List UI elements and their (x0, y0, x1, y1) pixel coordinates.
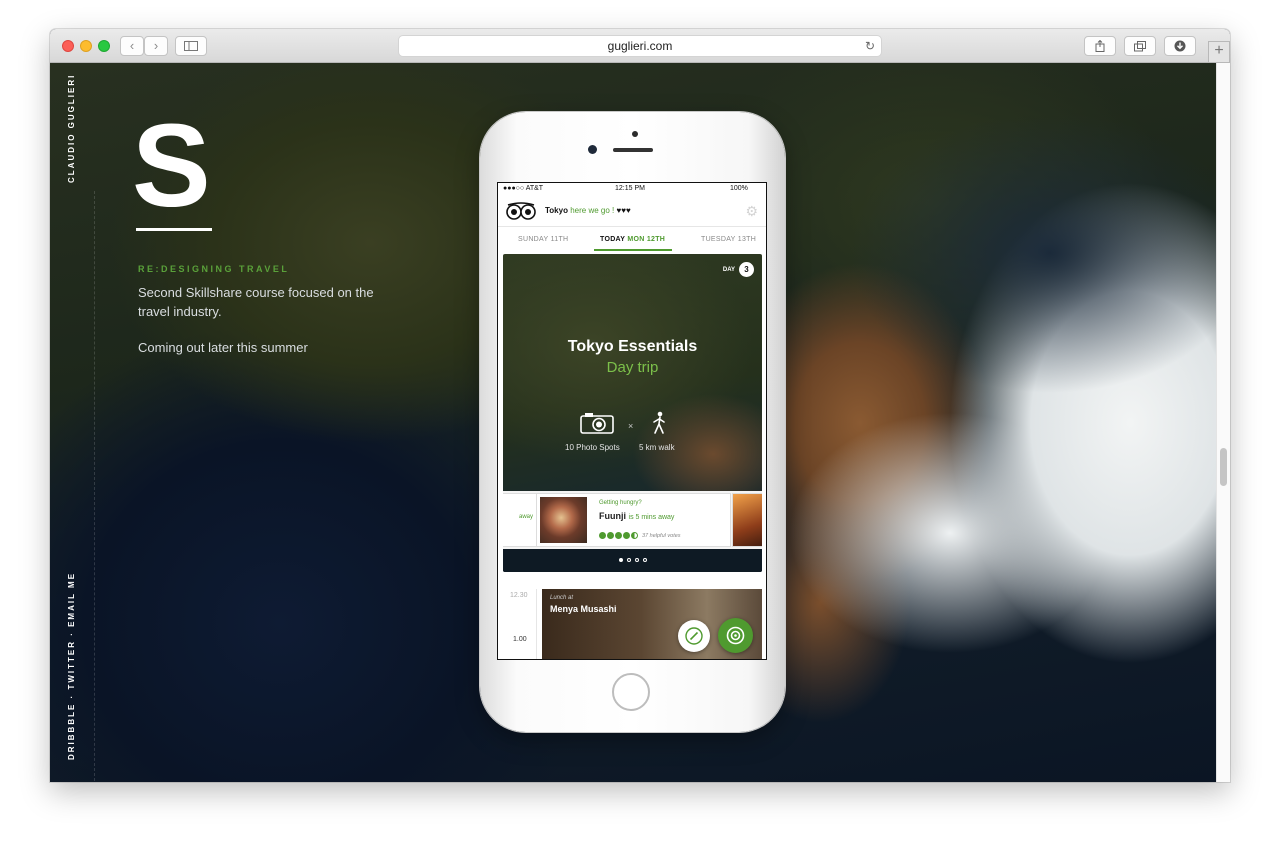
home-button (612, 673, 650, 711)
back-button[interactable]: ‹ (120, 36, 144, 56)
suggestion-tile-next[interactable] (732, 493, 762, 547)
walking-person-icon (653, 411, 665, 434)
gear-icon[interactable]: ⚙ (745, 203, 758, 220)
page-hero: CLAUDIO GUGLIERI DRIBBBLE · TWITTER · EM… (50, 63, 1216, 782)
prev-tile-text: away (518, 514, 533, 520)
suggestion-tile-prev[interactable]: away (503, 493, 538, 547)
release-note: Coming out later this summer (138, 340, 308, 355)
pager-dot[interactable] (642, 558, 647, 562)
close-window-button[interactable] (62, 40, 74, 52)
card-title: Tokyo Essentials (567, 338, 698, 355)
carrier-text: ●●●○○ AT&T (503, 185, 544, 192)
minimize-window-button[interactable] (80, 40, 92, 52)
pager-dot[interactable] (626, 558, 631, 562)
new-tab-button[interactable]: + (1208, 41, 1230, 63)
tab-prev-day[interactable]: SUNDAY 11TH (518, 236, 568, 243)
app-title: Tokyo here we go ! ♥♥♥ (545, 206, 631, 215)
app-header: Tokyo here we go ! ♥♥♥ ⚙ (498, 196, 766, 227)
suggestion-tile-restaurant[interactable]: Getting hungry? Fuunji is 5 mins away 37… (536, 493, 731, 547)
day-trip-card[interactable]: DAY 3 Tokyo Essentials Day trip × 10 Pho… (503, 254, 762, 572)
day-badge: DAY 3 (723, 262, 754, 277)
explore-button[interactable] (678, 620, 710, 652)
timeline-time: 12.30 (510, 592, 528, 599)
logo-underline (136, 228, 212, 231)
compass-icon (685, 627, 703, 645)
walk-distance-stat: 5 km walk (639, 443, 675, 452)
share-icon (1095, 39, 1105, 52)
camera-icon (580, 413, 614, 434)
helpful-votes: 37 helpful votes (642, 532, 681, 539)
page-scrollbar[interactable] (1216, 63, 1230, 782)
clock-text: 12:15 PM (615, 185, 645, 192)
day-badge-number: 3 (739, 262, 754, 277)
day-badge-label: DAY (722, 267, 735, 274)
share-button[interactable] (1084, 36, 1116, 56)
rating-bubbles: 37 helpful votes (599, 527, 681, 540)
timeline-time: 1.00 (513, 636, 527, 643)
restaurant-name: Fuunji (599, 511, 626, 521)
today-date: MON 12TH (627, 236, 666, 243)
rating-half-bubble-icon (631, 532, 638, 540)
pager-dot[interactable] (634, 558, 639, 562)
stat-separator: × (628, 421, 634, 431)
photo-spots-stat: 10 Photo Spots (565, 443, 620, 452)
city-name: Tokyo (545, 206, 568, 215)
browser-window: ‹ › guglieri.com ↻ + CLAUDIO GUGLIERI DR… (50, 29, 1230, 782)
locate-button[interactable] (718, 618, 753, 653)
plus-icon: + (1214, 42, 1224, 59)
tab-next-day[interactable]: TUESDAY 13TH (701, 236, 756, 243)
carousel-pager (503, 549, 762, 572)
chevron-right-icon: › (153, 38, 159, 53)
lunch-label: Lunch at (550, 595, 574, 601)
card-subtitle: Day trip (606, 359, 659, 376)
chevron-left-icon: ‹ (129, 38, 135, 53)
forward-button[interactable]: › (144, 36, 168, 56)
owl-logo-icon (506, 202, 536, 220)
hearts: ♥♥♥ (616, 206, 631, 215)
download-icon (1174, 40, 1186, 52)
rating-bubble-icon (607, 532, 614, 540)
city-tagline: here we go ! (570, 206, 615, 215)
rating-bubble-icon (599, 532, 606, 540)
restaurant-distance: is 5 mins away (628, 514, 675, 521)
author-name: CLAUDIO GUGLIERI (67, 73, 76, 183)
suggestion-carousel[interactable]: away Getting hungry? Fuunji is 5 mins aw… (503, 491, 762, 549)
browser-toolbar: ‹ › guglieri.com ↻ + (50, 29, 1230, 63)
active-tab-indicator (594, 249, 672, 251)
tab-today[interactable]: TODAY MON 12TH (600, 236, 665, 243)
phone-sensor (632, 131, 638, 137)
big-letter-logo: S (132, 100, 211, 232)
section-label: RE:DESIGNING TRAVEL (138, 264, 290, 274)
today-label: TODAY (600, 236, 626, 243)
sidebar-icon (184, 41, 198, 51)
social-links[interactable]: DRIBBBLE · TWITTER · EMAIL ME (67, 572, 76, 760)
tabs-button[interactable] (1124, 36, 1156, 56)
url-text: guglieri.com (607, 39, 673, 53)
rating-bubble-icon (615, 532, 622, 540)
restaurant-line: Fuunji is 5 mins away (599, 511, 674, 521)
target-icon (726, 626, 745, 645)
phone-speaker (613, 148, 653, 152)
project-description: Second Skillshare course focused on the … (138, 285, 374, 319)
phone-mockup: ●●●○○ AT&T 12:15 PM 100% Tokyo here we g… (480, 112, 785, 732)
timeline-divider (536, 589, 537, 659)
app-screen: ●●●○○ AT&T 12:15 PM 100% Tokyo here we g… (497, 182, 767, 660)
rating-bubble-icon (623, 532, 630, 540)
day-tabs: SUNDAY 11TH TODAY MON 12TH TUESDAY 13TH (498, 227, 766, 251)
food-photo (540, 497, 587, 543)
reload-icon[interactable]: ↻ (865, 38, 875, 54)
tabs-icon (1134, 41, 1146, 52)
status-bar: ●●●○○ AT&T 12:15 PM 100% (498, 183, 766, 195)
pager-dot-active[interactable] (618, 558, 623, 562)
vertical-divider (94, 191, 95, 781)
sidebar-button[interactable] (175, 36, 207, 56)
address-bar[interactable]: guglieri.com ↻ (398, 35, 882, 57)
lunch-place: Menya Musashi (550, 604, 617, 614)
downloads-button[interactable] (1164, 36, 1196, 56)
zoom-window-button[interactable] (98, 40, 110, 52)
scrollbar-thumb[interactable] (1220, 448, 1227, 486)
battery-text: 100% (730, 185, 748, 192)
suggestion-prompt: Getting hungry? (599, 500, 642, 506)
front-camera (588, 145, 597, 154)
